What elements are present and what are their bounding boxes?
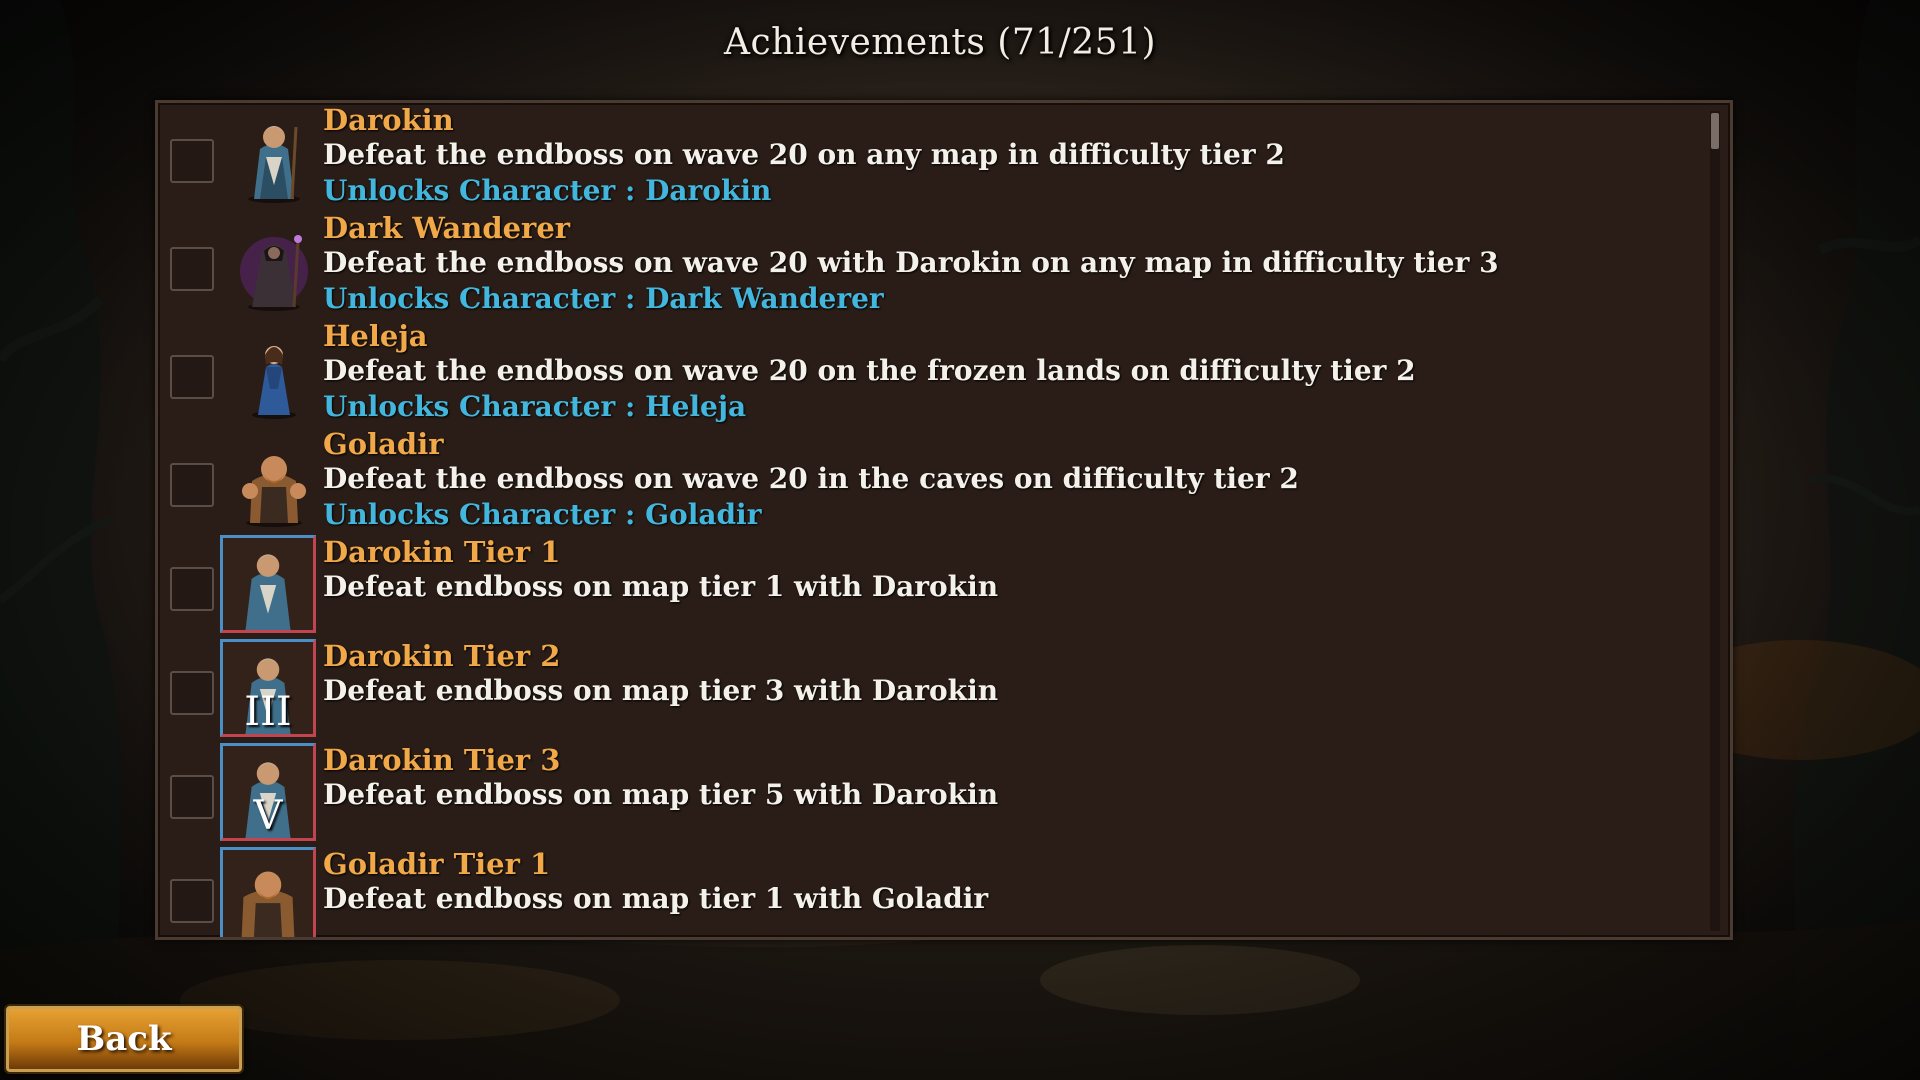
achievement-reward: Unlocks Character : Dark Wanderer — [323, 282, 884, 315]
achievement-row-heleja: Heleja Defeat the endboss on wave 20 on … — [158, 319, 1698, 427]
achievement-reward: Unlocks Character : Heleja — [323, 390, 747, 423]
page-title: Achievements (71/251) — [723, 22, 1157, 63]
achievement-name: Goladir Tier 1 — [323, 847, 551, 881]
achievement-reward: Unlocks Character : Darokin — [323, 174, 772, 207]
heleja-portrait-icon — [230, 329, 318, 419]
achievement-text: Dark Wanderer Defeat the endboss on wave… — [323, 211, 1499, 317]
dark-wanderer-portrait-icon — [230, 221, 318, 311]
achievement-row-darokin-tier-2: III Darokin Tier 2 Defeat endboss on map… — [158, 639, 1698, 743]
achievement-text: Darokin Tier 1 Defeat endboss on map tie… — [323, 535, 998, 605]
achievement-description: Defeat endboss on map tier 5 with Daroki… — [323, 778, 999, 811]
achievement-row-darokin-tier-1: Darokin Tier 1 Defeat endboss on map tie… — [158, 535, 1698, 639]
back-button[interactable]: Back — [6, 1006, 242, 1072]
achievement-description: Defeat endboss on map tier 1 with Goladi… — [323, 882, 989, 915]
achievement-checkbox[interactable] — [170, 355, 214, 399]
scrollbar-thumb[interactable] — [1711, 113, 1719, 149]
achievement-name: Dark Wanderer — [323, 211, 571, 245]
achievement-text: Darokin Defeat the endboss on wave 20 on… — [323, 103, 1285, 209]
achievement-description: Defeat the endboss on wave 20 in the cav… — [323, 462, 1299, 495]
achievement-description: Defeat the endboss on wave 20 on the fro… — [323, 354, 1416, 387]
achievement-checkbox[interactable] — [170, 139, 214, 183]
achievement-text: Goladir Defeat the endboss on wave 20 in… — [323, 427, 1299, 533]
achievement-row-dark-wanderer: Dark Wanderer Defeat the endboss on wave… — [158, 211, 1698, 319]
achievement-row-darokin: Darokin Defeat the endboss on wave 20 on… — [158, 103, 1698, 211]
tier-badge: V — [253, 793, 283, 839]
darokin-portrait-icon: III — [220, 639, 316, 737]
achievement-checkbox[interactable] — [170, 775, 214, 819]
list-scrollbar[interactable] — [1710, 111, 1720, 931]
achievement-text: Goladir Tier 1 Defeat endboss on map tie… — [323, 847, 988, 917]
achievement-name: Goladir — [323, 427, 444, 461]
achievement-checkbox[interactable] — [170, 247, 214, 291]
achievement-description: Defeat the endboss on wave 20 with Darok… — [323, 246, 1499, 279]
achievement-checkbox[interactable] — [170, 567, 214, 611]
achievement-text: Heleja Defeat the endboss on wave 20 on … — [323, 319, 1416, 425]
achievement-name: Darokin Tier 2 — [323, 639, 561, 673]
tier-badge: III — [244, 689, 292, 735]
achievement-reward: Unlocks Character : Goladir — [323, 498, 762, 531]
darokin-portrait-icon — [230, 113, 318, 203]
achievement-checkbox[interactable] — [170, 671, 214, 715]
goladir-portrait-icon — [220, 847, 316, 937]
achievement-text: Darokin Tier 3 Defeat endboss on map tie… — [323, 743, 998, 813]
achievement-row-darokin-tier-3: V Darokin Tier 3 Defeat endboss on map t… — [158, 743, 1698, 847]
achievement-description: Defeat endboss on map tier 3 with Daroki… — [323, 674, 999, 707]
achievement-list: Darokin Defeat the endboss on wave 20 on… — [158, 103, 1698, 937]
achievement-checkbox[interactable] — [170, 463, 214, 507]
darokin-portrait-icon — [220, 535, 316, 633]
darokin-portrait-icon: V — [220, 743, 316, 841]
achievement-description: Defeat the endboss on wave 20 on any map… — [323, 138, 1285, 171]
achievement-row-goladir: Goladir Defeat the endboss on wave 20 in… — [158, 427, 1698, 535]
achievement-name: Heleja — [323, 319, 428, 353]
achievement-text: Darokin Tier 2 Defeat endboss on map tie… — [323, 639, 998, 709]
achievement-checkbox[interactable] — [170, 879, 214, 923]
achievement-description: Defeat endboss on map tier 1 with Daroki… — [323, 570, 999, 603]
achievement-name: Darokin — [323, 103, 454, 137]
achievement-name: Darokin Tier 3 — [323, 743, 561, 777]
achievement-row-goladir-tier-1: Goladir Tier 1 Defeat endboss on map tie… — [158, 847, 1698, 937]
achievements-panel: Darokin Defeat the endboss on wave 20 on… — [155, 100, 1733, 940]
achievement-name: Darokin Tier 1 — [323, 535, 561, 569]
goladir-portrait-icon — [230, 437, 318, 527]
